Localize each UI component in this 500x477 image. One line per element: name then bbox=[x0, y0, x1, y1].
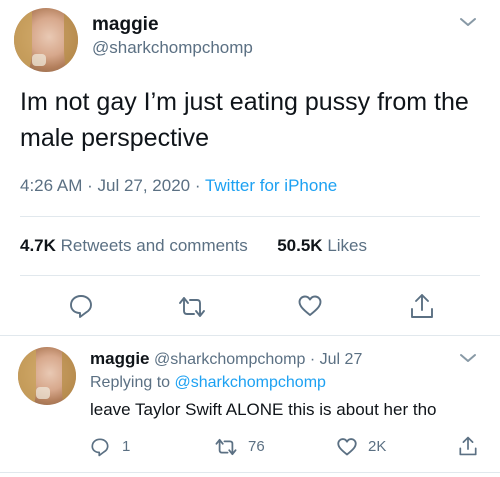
tweet-meta: 4:26 AM · Jul 27, 2020 · Twitter for iPh… bbox=[20, 176, 338, 195]
divider bbox=[0, 335, 500, 336]
like-icon[interactable] bbox=[336, 437, 358, 457]
tweet-stats: 4.7K Retweets and comments 50.5K Likes bbox=[20, 236, 367, 256]
reply-date[interactable]: Jul 27 bbox=[320, 351, 363, 368]
reply-icon[interactable] bbox=[68, 293, 94, 319]
tweet-date: Jul 27, 2020 bbox=[97, 176, 191, 195]
author-avatar[interactable] bbox=[14, 8, 78, 72]
likes-label: Likes bbox=[327, 236, 368, 255]
reply-author-name[interactable]: maggie bbox=[90, 349, 150, 368]
share-icon[interactable] bbox=[409, 292, 435, 320]
reply-icon[interactable] bbox=[90, 437, 110, 457]
like-icon[interactable] bbox=[297, 294, 323, 318]
retweets-label: Retweets and comments bbox=[60, 236, 248, 255]
reply-count: 1 bbox=[122, 438, 131, 455]
likes-count: 50.5K bbox=[277, 236, 323, 255]
replying-to-prefix: Replying to bbox=[90, 374, 171, 391]
retweets-count: 4.7K bbox=[20, 236, 56, 255]
retweet-icon[interactable] bbox=[177, 295, 207, 319]
retweets-stat[interactable]: 4.7K Retweets and comments bbox=[20, 236, 248, 255]
author-name[interactable]: maggie bbox=[92, 14, 159, 36]
tweet-text: Im not gay I’m just eating pussy from th… bbox=[20, 88, 469, 152]
replying-to-handle[interactable]: @sharkchompchomp bbox=[175, 374, 326, 391]
like-count: 2K bbox=[368, 438, 387, 455]
chevron-down-icon[interactable] bbox=[459, 16, 477, 28]
likes-stat[interactable]: 50.5K Likes bbox=[277, 236, 367, 255]
reply-author-handle[interactable]: @sharkchompchomp bbox=[154, 351, 305, 368]
divider bbox=[20, 275, 480, 276]
retweet-count: 76 bbox=[248, 438, 265, 455]
divider bbox=[0, 472, 500, 473]
tweet-source[interactable]: Twitter for iPhone bbox=[205, 176, 337, 195]
author-handle[interactable]: @sharkchompchomp bbox=[92, 38, 253, 58]
share-icon[interactable] bbox=[458, 434, 478, 458]
reply-text: leave Taylor Swift ALONE this is about h… bbox=[90, 400, 437, 419]
replying-to: Replying to @sharkchompchomp bbox=[90, 374, 326, 392]
divider bbox=[20, 216, 480, 217]
chevron-down-icon[interactable] bbox=[459, 352, 477, 364]
retweet-icon[interactable] bbox=[214, 437, 238, 457]
reply-header: maggie @sharkchompchomp · Jul 27 bbox=[90, 349, 363, 368]
reply-author-avatar[interactable] bbox=[18, 347, 76, 405]
tweet-time: 4:26 AM bbox=[20, 176, 83, 195]
